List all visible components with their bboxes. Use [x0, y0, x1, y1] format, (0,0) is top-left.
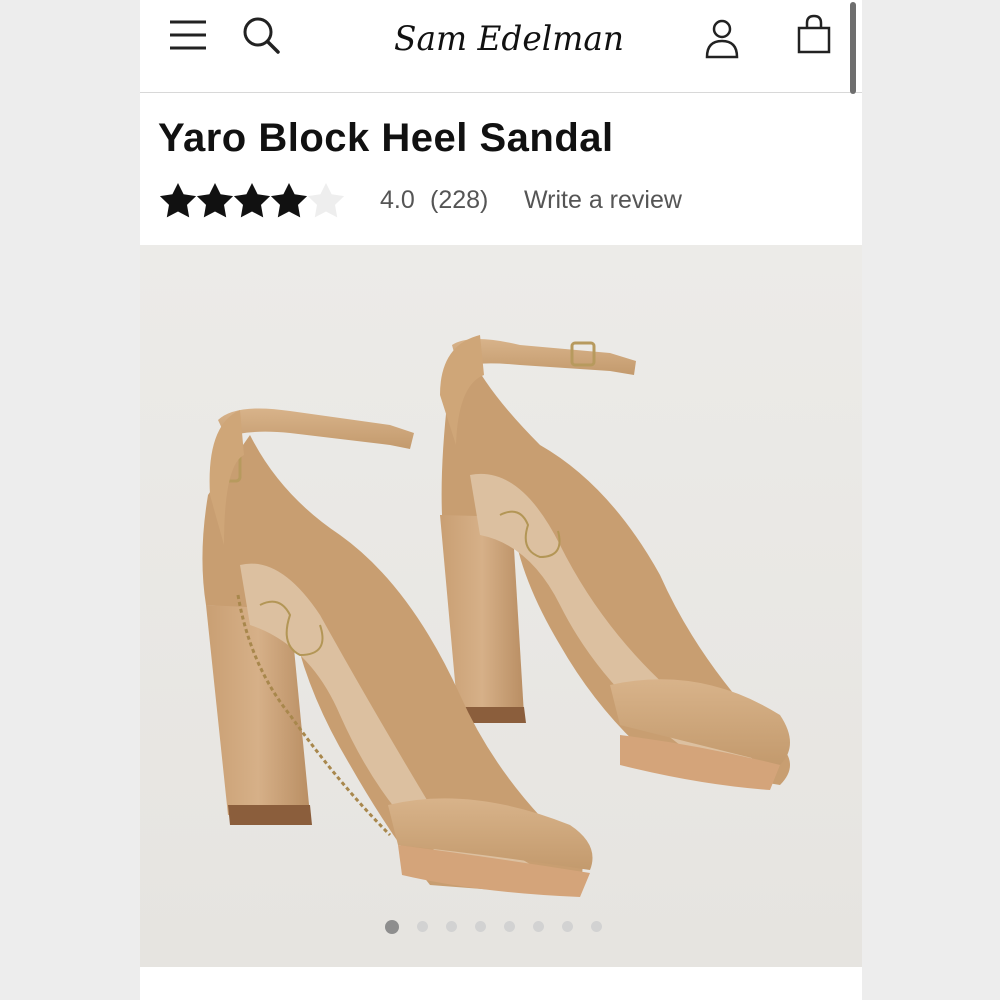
- brand-logo[interactable]: Sam Edelman: [390, 2, 630, 72]
- star-filled-icon: [233, 183, 271, 218]
- search-icon[interactable]: [240, 14, 284, 58]
- gallery-dot[interactable]: [416, 921, 428, 932]
- scrollbar[interactable]: [850, 2, 856, 94]
- svg-text:Sam Edelman: Sam Edelman: [394, 19, 624, 59]
- mobile-page: Sam Edelman Yaro Block Heel Sandal 4.0 (…: [140, 0, 862, 1000]
- rating-count[interactable]: (228): [430, 186, 488, 215]
- write-review-link[interactable]: Write a review: [524, 186, 682, 215]
- bag-icon[interactable]: [794, 12, 834, 56]
- below-gallery-panel: [140, 967, 862, 1000]
- rating-value: 4.0: [380, 186, 415, 214]
- gallery-dot[interactable]: [445, 921, 457, 932]
- product-gallery[interactable]: [140, 245, 862, 967]
- gallery-dot[interactable]: [561, 921, 573, 932]
- gallery-dot[interactable]: [590, 921, 602, 932]
- left-backdrop: [0, 0, 140, 1000]
- gallery-dot[interactable]: [503, 921, 515, 932]
- gallery-pagination: [140, 920, 854, 941]
- right-backdrop: [862, 0, 1000, 1000]
- product-image[interactable]: [140, 245, 862, 967]
- star-filled-icon: [270, 183, 308, 218]
- star-filled-icon: [196, 183, 234, 218]
- account-icon[interactable]: [702, 16, 742, 60]
- gallery-dot[interactable]: [474, 921, 486, 932]
- star-filled-icon: [159, 183, 197, 218]
- product-title: Yaro Block Heel Sandal: [158, 116, 614, 160]
- rating-row: 4.0 (228) Write a review: [158, 178, 848, 224]
- star-rating[interactable]: [158, 178, 358, 222]
- menu-icon[interactable]: [166, 16, 210, 54]
- star-empty-icon: [307, 183, 345, 218]
- site-header: Sam Edelman: [140, 0, 862, 94]
- gallery-dot[interactable]: [384, 920, 399, 934]
- gallery-dot[interactable]: [532, 921, 544, 932]
